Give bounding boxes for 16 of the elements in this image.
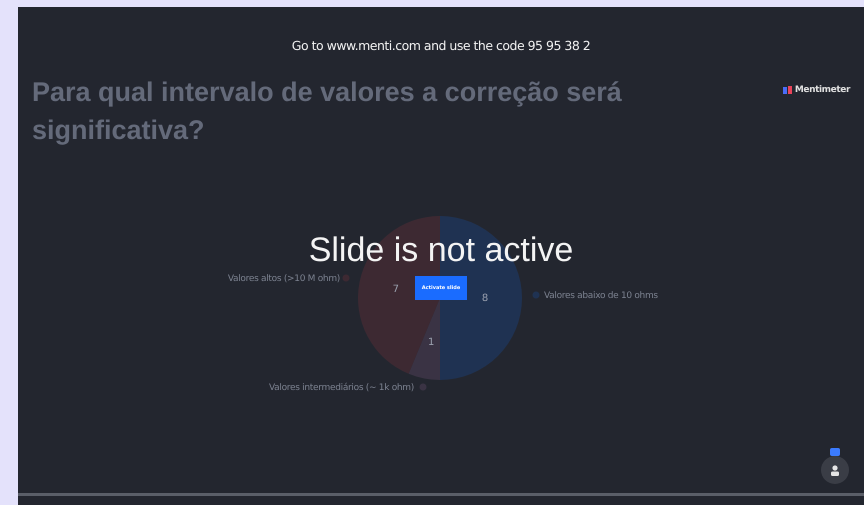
inactive-message: Slide is not active bbox=[308, 231, 574, 270]
legend-dot bbox=[342, 274, 350, 282]
legend-dot bbox=[532, 292, 540, 298]
person-icon bbox=[830, 464, 840, 476]
logo-icon bbox=[782, 86, 792, 94]
notification-badge bbox=[830, 448, 840, 456]
data-label: 1 bbox=[428, 337, 434, 348]
brand-name: Mentimeter bbox=[794, 85, 850, 95]
legend-label: Valores abaixo de 10 ohms bbox=[544, 291, 658, 301]
user-button[interactable] bbox=[821, 456, 849, 484]
data-label: 7 bbox=[392, 284, 399, 296]
question-title: Para qual intervalo de valores a correção será significativa? bbox=[32, 76, 623, 147]
data-label: 8 bbox=[482, 293, 488, 304]
join-instructions: Go to www.menti.com and use the code 95 95 38 2 bbox=[290, 37, 592, 53]
legend-label: Valores altos (>10 M ohm) bbox=[228, 274, 340, 284]
legend-label: Valores intermediários (~ 1k ohm) bbox=[269, 383, 414, 393]
